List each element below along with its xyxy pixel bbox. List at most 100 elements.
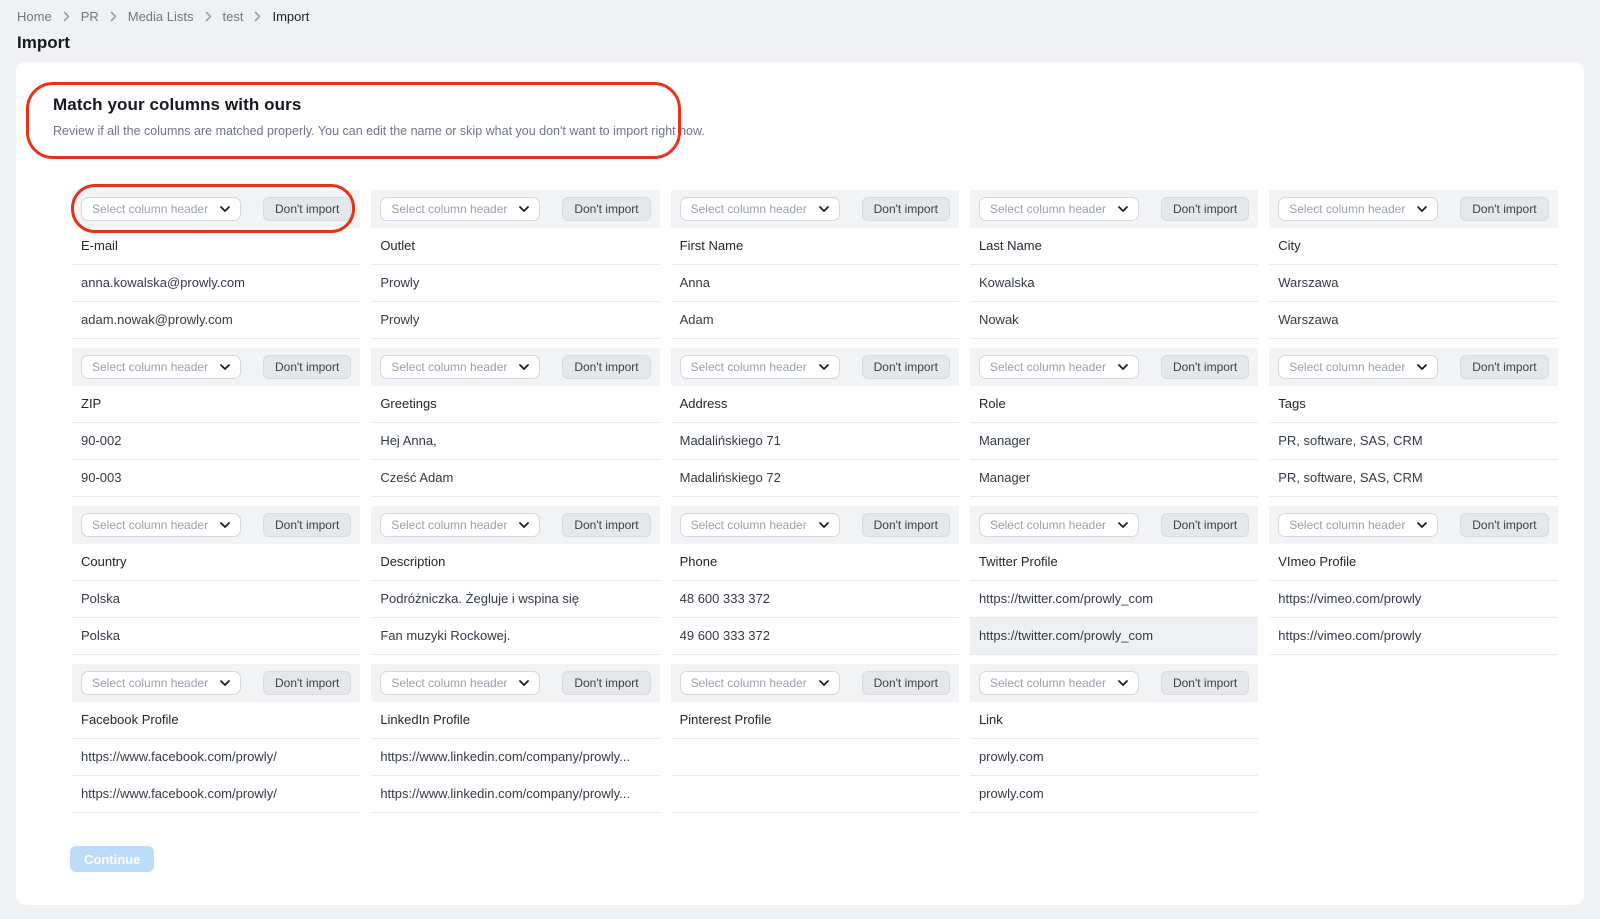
column-header-select[interactable]: Select column header <box>979 513 1139 537</box>
continue-button[interactable]: Continue <box>70 846 154 872</box>
column-section: Select column header Don't import AddressM… <box>671 348 959 497</box>
dont-import-button[interactable]: Don't import <box>562 671 650 695</box>
column-section: Select column headerDon't importRoleMana… <box>970 348 1258 497</box>
column-controls: Select column header Don't import <box>72 190 360 228</box>
column-section: Select column headerDon't importCountryP… <box>72 506 360 655</box>
column-header-select[interactable]: Select column header <box>81 197 241 221</box>
column-header-cell: Description <box>371 544 659 581</box>
chevron-down-icon <box>519 522 529 528</box>
column-header-select[interactable]: Select column header <box>1278 197 1438 221</box>
chevron-down-icon <box>1417 364 1427 370</box>
column-header-cell: E-mail <box>72 228 360 265</box>
column-header-select[interactable]: Select column header <box>979 355 1139 379</box>
column-header-cell: Address <box>671 386 959 423</box>
column-section: Select column headerDon't importTagsPR, … <box>1269 348 1557 497</box>
breadcrumb-item[interactable]: Media Lists <box>128 9 194 24</box>
intro-description: Review if all the columns are matched pr… <box>53 124 705 138</box>
column-header-select[interactable]: Select column header <box>680 197 840 221</box>
column-header-select[interactable]: Select column header <box>81 355 241 379</box>
data-cell: https://www.linkedin.com/company/prowly.… <box>371 739 659 776</box>
column-header-cell: Tags <box>1269 386 1557 423</box>
dont-import-button[interactable]: Don't import <box>562 513 650 537</box>
column-header-select[interactable]: Select column header <box>1278 513 1438 537</box>
column-group: Select column headerDon't importFacebook… <box>72 664 1504 813</box>
data-cell: https://vimeo.com/prowly <box>1269 581 1557 618</box>
data-cell: anna.kowalska@prowly.com <box>72 265 360 302</box>
chevron-down-icon <box>819 206 829 212</box>
dont-import-button[interactable]: Don't import <box>1161 197 1249 221</box>
select-placeholder-label: Select column header <box>92 676 208 690</box>
column-header-cell: Country <box>72 544 360 581</box>
column-controls: Select column header Don't import <box>72 506 360 544</box>
data-cell: Kowalska <box>970 265 1258 302</box>
select-placeholder-label: Select column header <box>1289 518 1405 532</box>
column-header-select[interactable]: Select column header <box>680 355 840 379</box>
column-section: Select column headerDon't importLinkprow… <box>970 664 1258 813</box>
data-cell: 48 600 333 372 <box>671 581 959 618</box>
dont-import-button[interactable]: Don't import <box>1460 197 1548 221</box>
dont-import-button[interactable]: Don't import <box>263 513 351 537</box>
column-section: Select column headerDon't importFacebook… <box>72 664 360 813</box>
column-header-cell: Last Name <box>970 228 1258 265</box>
dont-import-button[interactable]: Don't import <box>562 197 650 221</box>
dont-import-button[interactable]: Don't import <box>862 671 950 695</box>
data-cell: Madalińskiego 71 <box>671 423 959 460</box>
dont-import-button[interactable]: Don't import <box>1460 513 1548 537</box>
dont-import-button[interactable]: Don't import <box>862 513 950 537</box>
chevron-down-icon <box>220 206 230 212</box>
dont-import-button[interactable]: Don't import <box>862 355 950 379</box>
column-controls: Select column header Don't import <box>1269 190 1557 228</box>
column-header-select[interactable]: Select column header <box>380 513 540 537</box>
column-controls: Select column header Don't import <box>671 348 959 386</box>
column-header-select[interactable]: Select column header <box>680 671 840 695</box>
select-placeholder-label: Select column header <box>691 518 807 532</box>
dont-import-button[interactable]: Don't import <box>263 197 351 221</box>
dont-import-button[interactable]: Don't import <box>1161 671 1249 695</box>
data-cell: PR, software, SAS, CRM <box>1269 460 1557 497</box>
column-header-select[interactable]: Select column header <box>380 197 540 221</box>
column-section: Select column headerDon't importLinkedIn… <box>371 664 659 813</box>
column-section: Select column headerDon't importPhone48 … <box>671 506 959 655</box>
column-section: Select column headerDon't importFirst Na… <box>671 190 959 339</box>
column-header-select[interactable]: Select column header <box>979 197 1139 221</box>
breadcrumb-item[interactable]: Home <box>17 9 52 24</box>
column-header-select[interactable]: Select column header <box>680 513 840 537</box>
column-controls: Select column header Don't import <box>970 190 1258 228</box>
dont-import-button[interactable]: Don't import <box>562 355 650 379</box>
column-header-cell: VImeo Profile <box>1269 544 1557 581</box>
data-cell: https://twitter.com/prowly_com <box>970 618 1258 655</box>
column-controls: Select column header Don't import <box>72 348 360 386</box>
column-group: Select column headerDon't importZIP90-00… <box>72 348 1504 497</box>
column-controls: Select column header Don't import <box>671 190 959 228</box>
column-section: Select column header Don't import Descript… <box>371 506 659 655</box>
data-cell: Podróżniczka. Żegluje i wspina się <box>371 581 659 618</box>
import-card: Match your columns with ours Review if a… <box>16 62 1584 905</box>
dont-import-button[interactable]: Don't import <box>1161 513 1249 537</box>
columns-grid: Select column header Don't import E-mailan… <box>72 190 1504 822</box>
dont-import-button[interactable]: Don't import <box>1161 355 1249 379</box>
data-cell: Manager <box>970 460 1258 497</box>
column-section: Select column headerDon't importTwitter … <box>970 506 1258 655</box>
dont-import-button[interactable]: Don't import <box>1460 355 1548 379</box>
chevron-down-icon <box>1118 680 1128 686</box>
dont-import-button[interactable]: Don't import <box>263 355 351 379</box>
page-title: Import <box>17 33 70 53</box>
data-cell: https://www.facebook.com/prowly/ <box>72 776 360 813</box>
dont-import-button[interactable]: Don't import <box>263 671 351 695</box>
chevron-down-icon <box>1118 206 1128 212</box>
column-header-select[interactable]: Select column header <box>380 355 540 379</box>
chevron-down-icon <box>220 364 230 370</box>
column-header-select[interactable]: Select column header <box>81 513 241 537</box>
column-header-select[interactable]: Select column header <box>979 671 1139 695</box>
column-header-select[interactable]: Select column header <box>1278 355 1438 379</box>
data-cell: PR, software, SAS, CRM <box>1269 423 1557 460</box>
breadcrumb-item[interactable]: test <box>223 9 244 24</box>
data-cell: 90-003 <box>72 460 360 497</box>
column-header-select[interactable]: Select column header <box>380 671 540 695</box>
column-header-select[interactable]: Select column header <box>81 671 241 695</box>
breadcrumb-item[interactable]: PR <box>81 9 99 24</box>
dont-import-button[interactable]: Don't import <box>862 197 950 221</box>
data-cell: prowly.com <box>970 739 1258 776</box>
column-section: Select column header Don't import Last Nam… <box>970 190 1258 339</box>
chevron-down-icon <box>519 206 529 212</box>
